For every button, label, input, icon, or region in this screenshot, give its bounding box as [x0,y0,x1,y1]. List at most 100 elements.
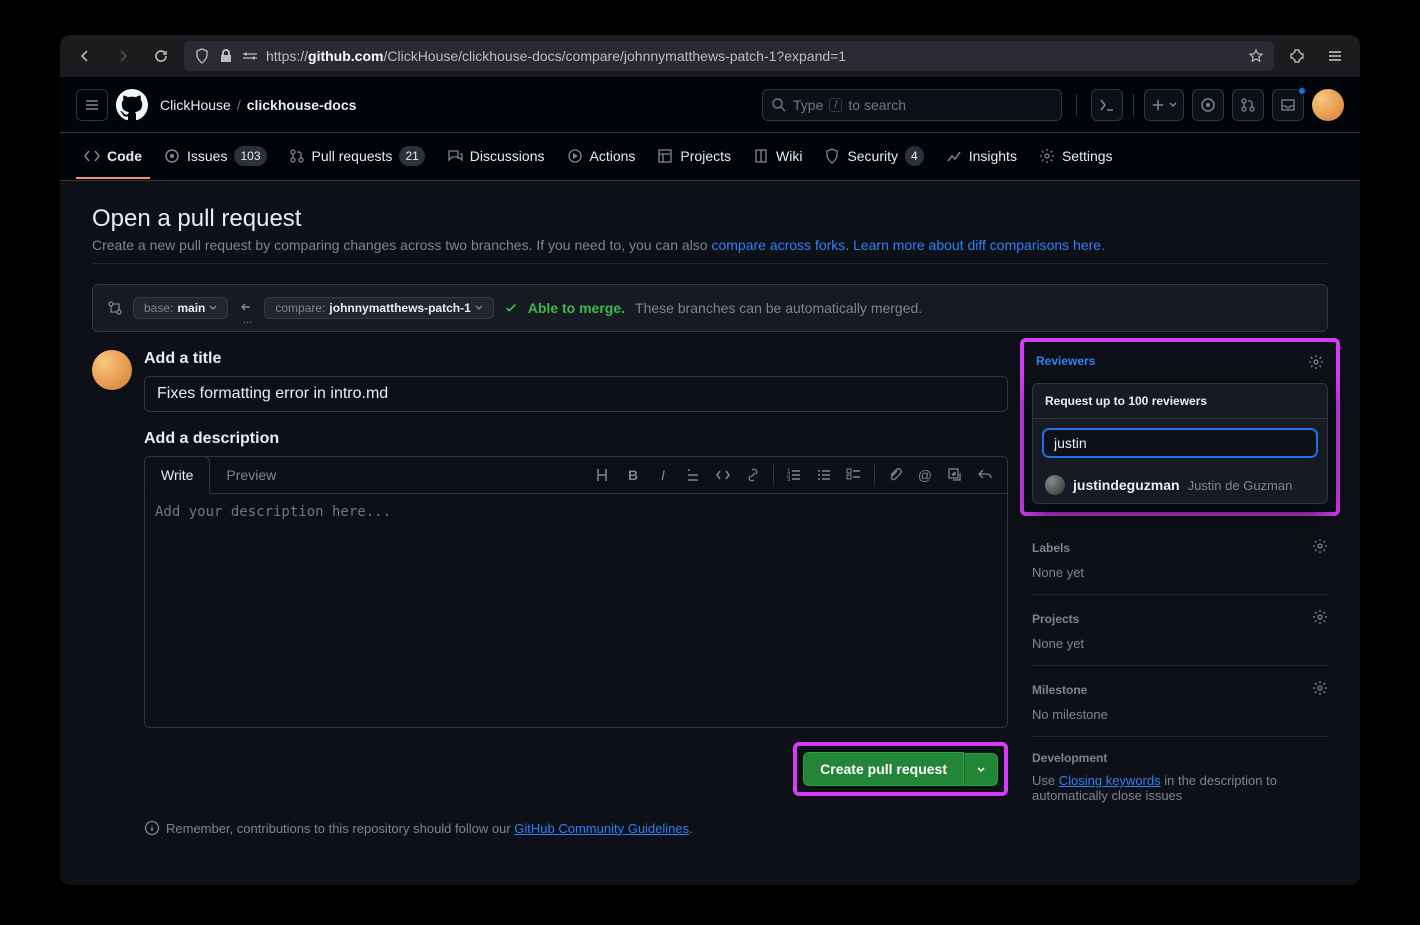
compare-icon [107,300,123,316]
gear-icon[interactable] [1312,609,1328,628]
author-avatar [92,350,132,390]
pull-requests-button[interactable] [1232,89,1264,121]
side-menu-button[interactable] [76,89,108,121]
url-text: https://github.com/ClickHouse/clickhouse… [266,48,846,64]
gear-icon[interactable] [1312,538,1328,557]
quote-icon[interactable] [679,461,707,489]
inbox-button[interactable] [1272,89,1304,121]
page-subtext: Create a new pull request by comparing c… [92,237,1328,253]
gear-icon[interactable] [1308,354,1324,373]
lock-icon [218,48,234,64]
search-placeholder-suffix: to search [848,97,906,113]
create-pr-button[interactable]: Create pull request [803,752,964,786]
unordered-list-icon[interactable] [810,461,838,489]
ordered-list-icon[interactable]: 123 [780,461,808,489]
create-pr-dropdown[interactable] [964,753,998,786]
reviewer-avatar [1045,475,1065,495]
milestone-title[interactable]: Milestone [1032,683,1087,697]
development-title: Development [1032,751,1107,765]
tab-settings[interactable]: Settings [1031,135,1121,179]
compare-branch-select[interactable]: compare: johnnymatthews-patch-1 [264,297,493,319]
page-title: Open a pull request [92,205,1328,233]
owner-link[interactable]: ClickHouse [160,97,231,113]
search-input[interactable]: Type / to search [762,89,1062,121]
closing-keywords-link[interactable]: Closing keywords [1059,773,1161,788]
extensions-icon[interactable] [1282,41,1312,71]
description-textarea[interactable] [155,504,997,714]
reply-icon[interactable] [971,461,999,489]
tab-actions[interactable]: Actions [559,135,644,179]
tab-pull-requests[interactable]: Pull requests21 [281,135,433,179]
reviewer-username: justindeguzman [1073,477,1180,493]
reviewers-search-input[interactable] [1043,429,1317,457]
link-icon[interactable] [739,461,767,489]
projects-title[interactable]: Projects [1032,612,1079,626]
guidelines-link[interactable]: GitHub Community Guidelines [514,821,689,836]
labels-body: None yet [1032,565,1328,580]
markdown-toolbar: B I 123 [589,461,1007,489]
tab-projects[interactable]: Projects [649,135,739,179]
description-editor: Write Preview B I [144,456,1008,728]
task-list-icon[interactable] [840,461,868,489]
repo-tabs: Code Issues103 Pull requests21 Discussio… [60,133,1360,181]
reviewer-result[interactable]: justindeguzman Justin de Guzman [1033,467,1327,503]
desc-label: Add a description [144,430,1008,448]
breadcrumb: ClickHouse / clickhouse-docs [160,97,356,113]
reference-icon[interactable] [941,461,969,489]
heading-icon[interactable] [589,461,617,489]
merge-status-text: These branches can be automatically merg… [635,300,922,316]
compare-forks-link[interactable]: compare across forks [711,237,845,253]
development-body: Use Closing keywords in the description … [1032,773,1328,803]
back-button[interactable] [70,41,100,71]
search-icon [771,97,787,113]
url-input[interactable]: https://github.com/ClickHouse/clickhouse… [184,41,1274,71]
browser-toolbar: https://github.com/ClickHouse/clickhouse… [60,35,1360,77]
merge-status: Able to merge. [528,300,625,316]
annotation-reviewers: Reviewers Request up to 100 reviewers ju… [1020,338,1340,516]
code-icon[interactable] [709,461,737,489]
command-palette-button[interactable] [1091,89,1123,121]
shield-icon [194,48,210,64]
info-icon [144,820,160,836]
attach-icon[interactable] [881,461,909,489]
bold-icon[interactable]: B [619,461,647,489]
preview-tab[interactable]: Preview [210,457,292,493]
base-branch-select[interactable]: base: main [133,297,228,319]
forward-button[interactable] [108,41,138,71]
user-avatar[interactable] [1312,89,1344,121]
search-kbd: / [829,98,842,112]
tab-issues[interactable]: Issues103 [156,135,275,179]
search-placeholder-prefix: Type [793,97,823,113]
gear-icon[interactable] [1312,680,1328,699]
github-logo-icon[interactable] [116,89,148,121]
projects-body: None yet [1032,636,1328,651]
mention-icon[interactable]: @ [911,461,939,489]
ellipsis-icon[interactable]: … [242,315,252,326]
reviewers-popover: Request up to 100 reviewers justindeguzm… [1032,383,1328,504]
tab-wiki[interactable]: Wiki [745,135,810,179]
write-tab[interactable]: Write [144,456,210,494]
milestone-body: No milestone [1032,707,1328,722]
italic-icon[interactable]: I [649,461,677,489]
issues-button[interactable] [1192,89,1224,121]
bookmark-icon[interactable] [1248,48,1264,64]
tab-code[interactable]: Code [76,135,150,179]
reviewers-label[interactable]: Reviewers [1036,354,1095,373]
learn-diff-link[interactable]: Learn more about diff comparisons here. [853,237,1105,253]
footer-note: Remember, contributions to this reposito… [144,820,1008,836]
tab-discussions[interactable]: Discussions [439,135,553,179]
tab-security[interactable]: Security4 [816,135,931,179]
annotation-submit: Create pull request [793,742,1008,796]
menu-icon[interactable] [1320,41,1350,71]
labels-title[interactable]: Labels [1032,541,1070,555]
repo-link[interactable]: clickhouse-docs [247,97,357,113]
pr-title-input[interactable] [144,376,1008,412]
tab-insights[interactable]: Insights [938,135,1025,179]
reload-button[interactable] [146,41,176,71]
permissions-icon [242,48,258,64]
create-new-button[interactable] [1144,89,1184,121]
github-header: ClickHouse / clickhouse-docs Type / to s… [60,77,1360,133]
svg-text:3: 3 [787,477,791,483]
arrow-left-icon [238,299,254,315]
check-icon [504,301,518,315]
